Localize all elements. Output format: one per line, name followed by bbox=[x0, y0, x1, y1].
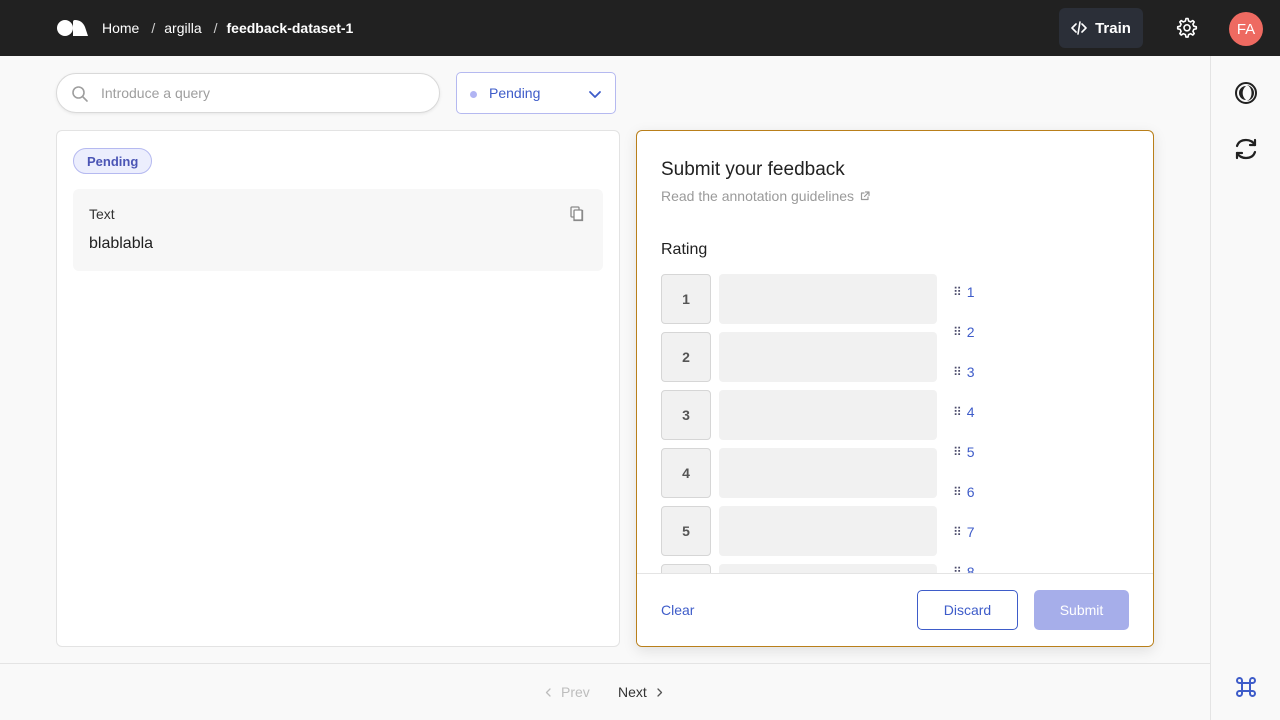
right-sidebar bbox=[1210, 56, 1280, 720]
prev-button[interactable]: Prev bbox=[545, 684, 590, 700]
status-filter-dropdown[interactable]: Pending bbox=[456, 72, 616, 114]
next-label: Next bbox=[618, 684, 647, 700]
rank-drop-slot[interactable] bbox=[719, 506, 937, 556]
option-label: 1 bbox=[966, 284, 975, 300]
drag-handle-icon: ⠿ bbox=[953, 405, 962, 419]
option-label: 2 bbox=[966, 324, 975, 340]
draggable-option[interactable]: ⠿ 6 bbox=[953, 484, 975, 500]
rank-number: 2 bbox=[661, 332, 711, 382]
drag-handle-icon: ⠿ bbox=[953, 325, 962, 339]
breadcrumb-separator: / bbox=[151, 20, 156, 36]
rank-drop-slot[interactable] bbox=[719, 390, 937, 440]
question-title: Rating bbox=[661, 241, 708, 258]
search-bar bbox=[56, 73, 440, 113]
option-label: 4 bbox=[966, 404, 975, 420]
drag-handle-icon: ⠿ bbox=[953, 445, 962, 459]
submit-button[interactable]: Submit bbox=[1034, 590, 1129, 630]
top-navigation-bar: Home / argilla / feedback-dataset-1 Trai… bbox=[0, 0, 1280, 56]
copy-icon[interactable] bbox=[570, 206, 584, 222]
gear-icon[interactable] bbox=[1174, 16, 1198, 40]
record-panel: Pending Text blablabla bbox=[56, 130, 620, 647]
rank-number: 5 bbox=[661, 506, 711, 556]
rank-number: 1 bbox=[661, 274, 711, 324]
command-icon[interactable] bbox=[1233, 674, 1259, 700]
prev-label: Prev bbox=[561, 684, 590, 700]
annotation-guidelines-link[interactable]: Read the annotation guidelines bbox=[661, 188, 870, 204]
rank-number: 4 bbox=[661, 448, 711, 498]
draggable-option[interactable]: ⠿ 5 bbox=[953, 444, 975, 460]
user-avatar[interactable]: FA bbox=[1229, 12, 1263, 46]
drag-handle-icon: ⠿ bbox=[953, 565, 962, 573]
draggable-option[interactable]: ⠿ 4 bbox=[953, 404, 975, 420]
breadcrumb: Home / argilla / feedback-dataset-1 bbox=[102, 0, 353, 56]
clear-button[interactable]: Clear bbox=[661, 602, 694, 618]
drag-handle-icon: ⠿ bbox=[953, 485, 962, 499]
theme-toggle-icon[interactable] bbox=[1233, 80, 1259, 106]
chevron-left-icon bbox=[545, 687, 551, 697]
status-badge: Pending bbox=[73, 148, 153, 174]
search-input[interactable] bbox=[101, 82, 421, 104]
external-link-icon bbox=[860, 191, 870, 201]
drag-handle-icon: ⠿ bbox=[953, 525, 962, 539]
rank-number: 3 bbox=[661, 390, 711, 440]
drag-handle-icon: ⠿ bbox=[953, 365, 962, 379]
breadcrumb-home[interactable]: Home bbox=[102, 20, 139, 36]
rank-drop-slot[interactable] bbox=[719, 448, 937, 498]
draggable-option[interactable]: ⠿ 2 bbox=[953, 324, 975, 340]
rank-drop-slot[interactable] bbox=[719, 332, 937, 382]
option-label: 7 bbox=[966, 524, 975, 540]
refresh-icon[interactable] bbox=[1233, 136, 1259, 162]
field-value: blablabla bbox=[89, 235, 154, 252]
field-title: Text bbox=[89, 206, 115, 222]
feedback-footer: Clear Discard Submit bbox=[637, 573, 1153, 646]
text-field-card: Text blablabla bbox=[73, 189, 603, 271]
logo-icon[interactable] bbox=[56, 19, 90, 37]
drag-handle-icon: ⠿ bbox=[953, 285, 962, 299]
chevron-right-icon bbox=[657, 687, 662, 697]
next-button[interactable]: Next bbox=[618, 684, 663, 700]
draggable-option[interactable]: ⠿ 1 bbox=[953, 284, 975, 300]
status-filter-value: Pending bbox=[489, 85, 541, 101]
rank-drop-slot[interactable] bbox=[719, 274, 937, 324]
pagination-bar: Prev Next bbox=[0, 663, 1210, 720]
option-label: 5 bbox=[966, 444, 975, 460]
discard-button[interactable]: Discard bbox=[917, 590, 1018, 630]
rank-number: 6 bbox=[661, 564, 711, 573]
rank-drop-slot[interactable] bbox=[719, 564, 937, 573]
annotation-guidelines-label: Read the annotation guidelines bbox=[661, 188, 855, 204]
draggable-option[interactable]: ⠿ 8 bbox=[953, 564, 975, 573]
option-label: 8 bbox=[966, 564, 975, 573]
breadcrumb-dataset: feedback-dataset-1 bbox=[226, 20, 354, 36]
option-label: 3 bbox=[966, 364, 975, 380]
feedback-title: Submit your feedback bbox=[661, 159, 845, 180]
breadcrumb-separator: / bbox=[213, 20, 218, 36]
status-dot bbox=[470, 91, 477, 98]
search-icon bbox=[72, 86, 88, 102]
option-label: 6 bbox=[966, 484, 975, 500]
ranking-area: 1 2 3 4 5 6 ⠿1 ⠿2 ⠿3 ⠿4 ⠿5 ⠿6 ⠿7 ⠿8 bbox=[637, 271, 1153, 573]
train-button-label: Train bbox=[1095, 19, 1131, 37]
feedback-panel: Submit your feedback Read the annotation… bbox=[636, 130, 1154, 647]
chevron-down-icon bbox=[589, 91, 601, 98]
draggable-option[interactable]: ⠿ 7 bbox=[953, 524, 975, 540]
draggable-option[interactable]: ⠿ 3 bbox=[953, 364, 975, 380]
breadcrumb-workspace[interactable]: argilla bbox=[164, 20, 201, 36]
train-button[interactable]: Train bbox=[1059, 8, 1143, 48]
code-icon bbox=[1071, 21, 1087, 35]
